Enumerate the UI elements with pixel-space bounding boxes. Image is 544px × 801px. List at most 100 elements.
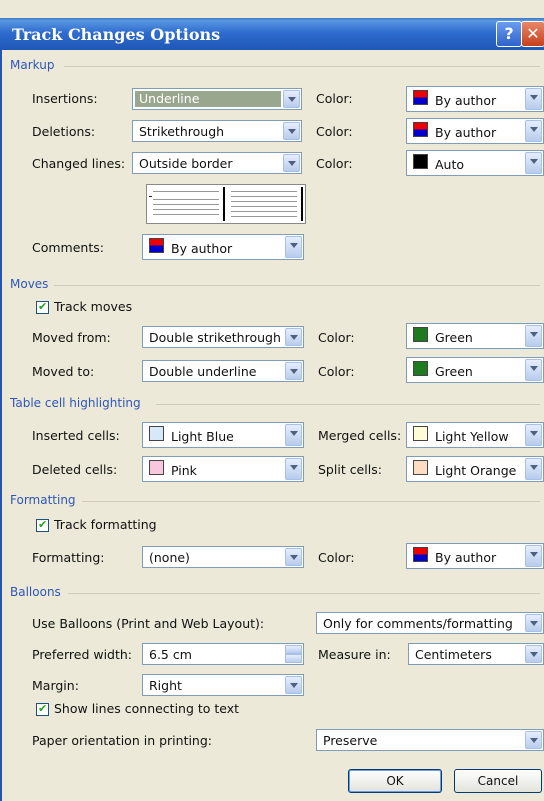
chevron-down-icon[interactable]: [285, 424, 302, 446]
chevron-down-icon[interactable]: [525, 359, 542, 381]
chevron-down-icon[interactable]: [285, 676, 302, 694]
chevron-down-icon[interactable]: [525, 152, 542, 174]
use-balloons-select[interactable]: Only for comments/formatting: [316, 612, 544, 634]
formatting-value: (none): [149, 550, 190, 565]
track-formatting-label[interactable]: Track formatting: [54, 517, 157, 532]
changed-color-value: Auto: [435, 157, 465, 172]
insertions-color-label: Color:: [316, 91, 353, 106]
margin-value: Right: [149, 678, 182, 693]
moved-from-color-value: Green: [435, 330, 473, 345]
merged-cells-select[interactable]: Light Yellow: [406, 422, 544, 448]
color-swatch: [413, 460, 428, 475]
chevron-down-icon[interactable]: [525, 424, 542, 446]
insertions-label: Insertions:: [32, 91, 98, 106]
deletions-select[interactable]: Strikethrough: [132, 120, 302, 142]
chevron-down-icon[interactable]: [283, 90, 300, 108]
moved-to-color-value: Green: [435, 364, 473, 379]
chevron-down-icon[interactable]: [285, 548, 302, 566]
color-swatch: [149, 460, 164, 475]
inserted-cells-select[interactable]: Light Blue: [142, 422, 304, 448]
merged-cells-label: Merged cells:: [318, 428, 402, 443]
section-balloons: Balloons: [10, 585, 61, 599]
changed-lines-select[interactable]: Outside border: [132, 152, 302, 174]
paper-orientation-label: Paper orientation in printing:: [32, 733, 213, 748]
chevron-down-icon[interactable]: [525, 731, 542, 749]
margin-select[interactable]: Right: [142, 674, 304, 696]
formatting-select[interactable]: (none): [142, 546, 304, 568]
show-lines-label[interactable]: Show lines connecting to text: [54, 701, 239, 716]
color-swatch: [413, 547, 428, 562]
deleted-cells-value: Pink: [171, 463, 197, 478]
formatting-color-label: Color:: [318, 550, 355, 565]
paper-orientation-value: Preserve: [323, 733, 378, 748]
deleted-cells-select[interactable]: Pink: [142, 456, 304, 482]
show-lines-checkbox[interactable]: [36, 702, 49, 716]
track-moves-label[interactable]: Track moves: [54, 299, 132, 314]
split-cells-select[interactable]: Light Orange: [406, 456, 544, 482]
section-moves: Moves: [10, 277, 49, 291]
divider: [68, 593, 540, 594]
preferred-width-input[interactable]: 6.5 cm: [142, 643, 304, 665]
chevron-down-icon[interactable]: [525, 88, 542, 110]
chevron-down-icon[interactable]: [285, 362, 302, 380]
chevron-down-icon[interactable]: [525, 120, 542, 142]
spinner[interactable]: [285, 645, 302, 663]
deletions-label: Deletions:: [32, 124, 96, 139]
chevron-down-icon[interactable]: [283, 154, 300, 172]
comments-color-select[interactable]: By author: [142, 234, 304, 260]
ok-button[interactable]: OK: [348, 769, 442, 793]
paper-orientation-select[interactable]: Preserve: [316, 729, 544, 751]
split-cells-value: Light Orange: [435, 463, 517, 478]
deleted-cells-label: Deleted cells:: [32, 462, 118, 477]
measure-in-select[interactable]: Centimeters: [408, 643, 544, 665]
chevron-down-icon[interactable]: [525, 458, 542, 480]
spin-up-icon[interactable]: [285, 645, 302, 654]
divider: [82, 501, 540, 502]
formatting-color-select[interactable]: By author: [406, 543, 544, 569]
moved-from-select[interactable]: Double strikethrough: [142, 326, 304, 348]
divider: [156, 404, 540, 405]
comments-value: By author: [171, 241, 233, 256]
deletions-color-select[interactable]: By author: [406, 118, 544, 144]
chevron-down-icon[interactable]: [285, 458, 302, 480]
moved-to-label: Moved to:: [32, 364, 95, 379]
deletions-value: Strikethrough: [139, 124, 225, 139]
moved-from-label: Moved from:: [32, 330, 111, 345]
color-swatch: [413, 327, 428, 342]
cancel-button[interactable]: Cancel: [454, 769, 542, 793]
section-markup: Markup: [10, 58, 55, 72]
color-swatch: [149, 238, 164, 253]
close-button[interactable]: ✕: [521, 21, 544, 47]
moved-to-color-select[interactable]: Green: [406, 357, 544, 383]
moved-from-color-select[interactable]: Green: [406, 323, 544, 349]
split-cells-label: Split cells:: [318, 462, 382, 477]
insertions-value: Underline: [135, 91, 281, 107]
track-moves-checkbox[interactable]: [36, 300, 49, 314]
moved-from-value: Double strikethrough: [149, 330, 281, 345]
chevron-down-icon[interactable]: [283, 122, 300, 140]
margin-label: Margin:: [32, 678, 79, 693]
chevron-down-icon[interactable]: [285, 236, 302, 258]
section-table-cell-highlighting: Table cell highlighting: [10, 396, 141, 410]
chevron-down-icon[interactable]: [525, 614, 542, 632]
use-balloons-label: Use Balloons (Print and Web Layout):: [32, 616, 265, 631]
insertions-color-value: By author: [435, 93, 497, 108]
insertions-select[interactable]: Underline: [132, 88, 302, 110]
changed-color-select[interactable]: Auto: [406, 150, 544, 176]
spin-down-icon[interactable]: [285, 654, 302, 663]
chevron-down-icon[interactable]: [525, 545, 542, 567]
moved-to-select[interactable]: Double underline: [142, 360, 304, 382]
help-button[interactable]: ?: [496, 21, 522, 47]
chevron-down-icon[interactable]: [525, 645, 542, 663]
changed-lines-value: Outside border: [139, 156, 233, 171]
formatting-label: Formatting:: [32, 550, 105, 565]
color-swatch: [413, 361, 428, 376]
preview-page-right: [227, 187, 303, 221]
chevron-down-icon[interactable]: [285, 328, 302, 346]
dialog-body: Markup Insertions: Underline Color: By a…: [0, 50, 544, 801]
color-swatch: [413, 426, 428, 441]
insertions-color-select[interactable]: By author: [406, 86, 544, 112]
chevron-down-icon[interactable]: [525, 325, 542, 347]
merged-cells-value: Light Yellow: [435, 429, 509, 444]
track-formatting-checkbox[interactable]: [36, 518, 49, 532]
